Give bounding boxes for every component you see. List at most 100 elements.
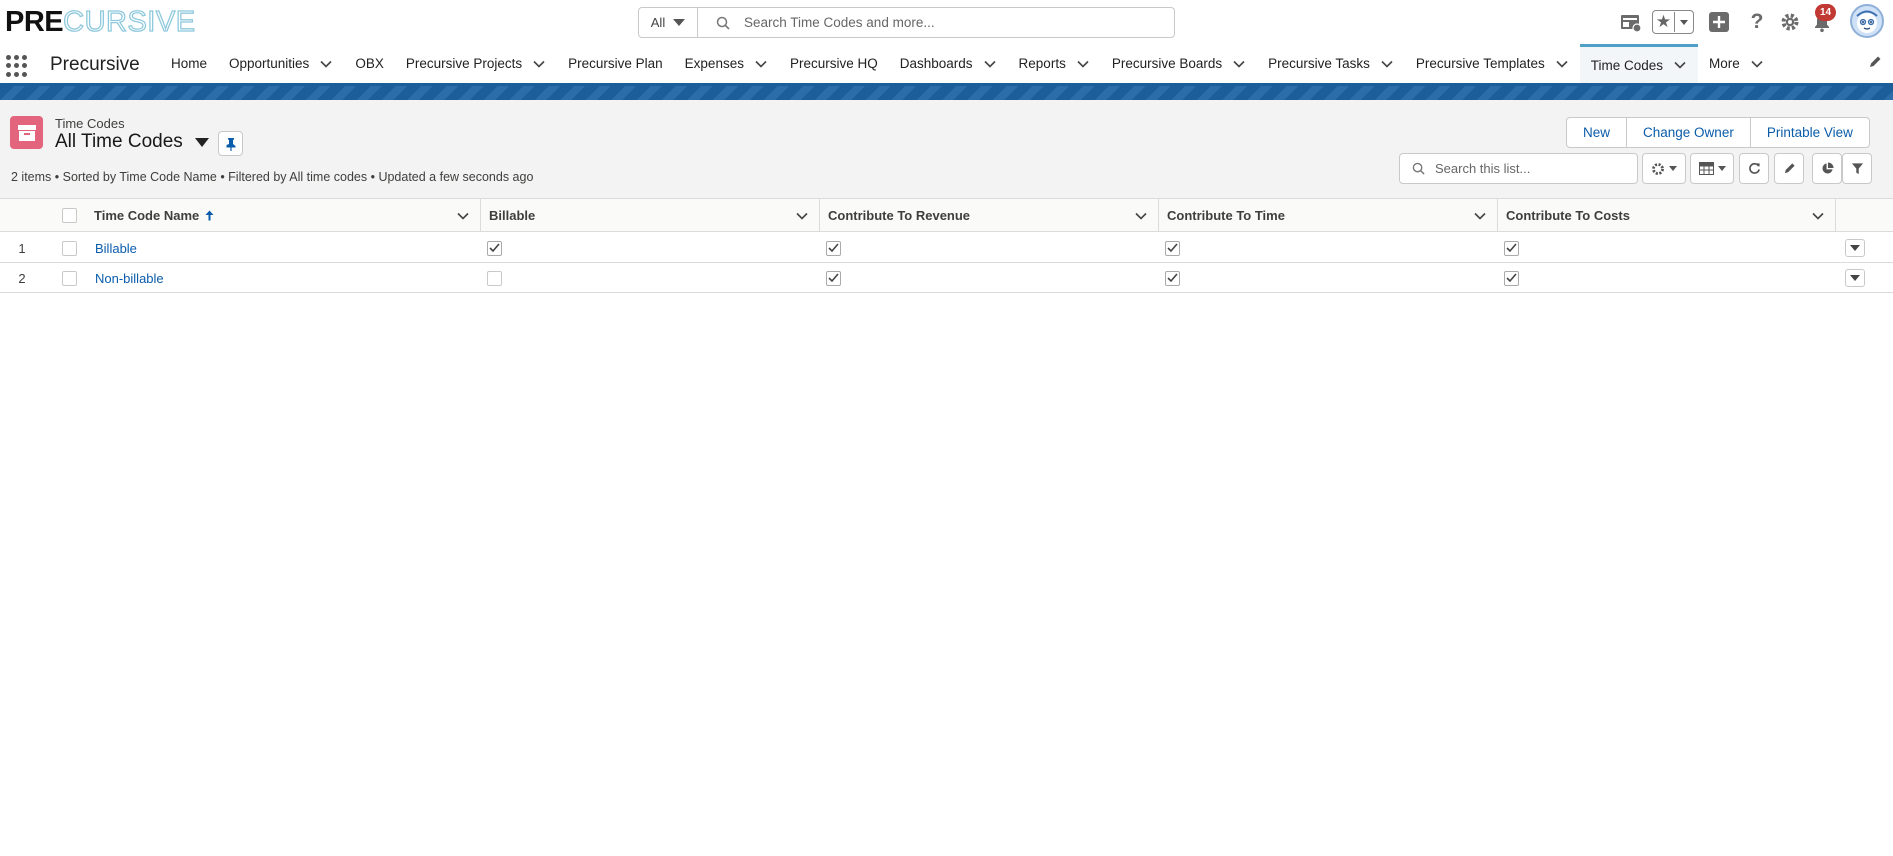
charts-button[interactable] [1812,153,1842,184]
nav-tab-home[interactable]: Home [160,44,218,83]
nav-tabs: Home Opportunities OBX Precursive Projects P… [160,44,1775,83]
chevron-down-icon[interactable] [532,57,546,71]
global-search: All Search Time Codes and more... [638,7,1175,38]
list-view-controls-button[interactable] [1642,153,1686,184]
chevron-down-icon[interactable] [1473,209,1487,223]
printable-view-button[interactable]: Printable View [1751,118,1869,147]
row-actions-button[interactable] [1845,269,1865,287]
list-search-placeholder: Search this list... [1435,161,1531,176]
nav-tab-precursive-projects[interactable]: Precursive Projects [395,44,557,83]
search-icon [716,16,730,30]
chevron-down-icon[interactable] [319,57,333,71]
table-header: Time Code Name Billable Contribute To Re… [0,199,1893,232]
inline-edit-button[interactable] [1774,153,1804,184]
nav-tab-label: Precursive Plan [568,56,663,71]
logo-text-outline: CURSIVE [62,5,196,38]
nav-tab-precursive-templates[interactable]: Precursive Templates [1405,44,1580,83]
nav-tab-precursive-tasks[interactable]: Precursive Tasks [1257,44,1405,83]
chevron-down-icon[interactable] [1232,57,1246,71]
time-code-name-cell: Non-billable [95,263,164,293]
setup-app-icon[interactable] [1620,12,1642,34]
pin-icon [226,137,235,151]
list-view-meta: 2 items • Sorted by Time Code Name • Fil… [11,170,534,184]
chevron-down-icon[interactable] [1750,57,1764,71]
select-all-checkbox[interactable] [61,208,77,223]
filter-icon [1851,163,1863,175]
caret-down-icon [194,137,209,147]
filters-button[interactable] [1842,153,1872,184]
user-avatar[interactable] [1850,4,1884,38]
chevron-down-icon[interactable] [1380,57,1394,71]
checked-checkbox-icon [487,240,502,256]
nav-tab-label: Dashboards [899,56,973,71]
app-launcher-icon[interactable] [6,55,28,77]
search-scope-dropdown[interactable]: All [639,8,698,37]
column-header-contribute-to-revenue[interactable]: Contribute To Revenue [820,199,1159,232]
nav-tab-precursive-boards[interactable]: Precursive Boards [1101,44,1257,83]
checked-checkbox-icon [1165,270,1180,286]
list-view-table: Time Code Name Billable Contribute To Re… [0,198,1893,856]
list-view-header: Time Codes All Time Codes 2 items • Sort… [0,100,1893,198]
nav-tab-expenses[interactable]: Expenses [674,44,779,83]
nav-tab-label: More [1709,56,1740,71]
nav-tab-dashboards[interactable]: Dashboards [889,44,1008,83]
setup-gear-icon[interactable] [1779,11,1801,33]
column-label: Contribute To Time [1167,208,1285,223]
pencil-icon [1784,163,1795,174]
list-search-input[interactable]: Search this list... [1399,153,1638,184]
revenue-cell [826,233,841,263]
nav-tab-precursive-plan[interactable]: Precursive Plan [557,44,674,83]
time-cell [1165,263,1180,293]
nav-tab-opportunities[interactable]: Opportunities [218,44,344,83]
nav-tab-obx[interactable]: OBX [344,44,395,83]
chevron-down-icon[interactable] [795,209,809,223]
row-select-checkbox[interactable] [62,240,77,256]
help-icon[interactable]: ? [1746,10,1768,34]
global-create-button[interactable] [1709,12,1729,32]
caret-down-icon [1850,245,1860,251]
nav-tab-label: Time Codes [1590,57,1664,73]
record-link[interactable]: Billable [95,241,137,256]
search-input[interactable]: Search Time Codes and more... [698,8,1174,37]
chevron-down-icon[interactable] [983,57,997,71]
column-header-time-code-name[interactable]: Time Code Name [86,199,481,232]
notification-count-badge: 14 [1815,4,1836,21]
row-select-cell [62,233,77,263]
column-header-contribute-to-costs[interactable]: Contribute To Costs [1498,199,1836,232]
chevron-down-icon [1669,166,1677,171]
change-owner-button[interactable]: Change Owner [1627,118,1751,147]
chevron-down-icon[interactable] [754,57,768,71]
display-as-button[interactable] [1690,153,1734,184]
nav-tab-more[interactable]: More [1698,44,1775,83]
list-view-selector[interactable]: All Time Codes [55,131,209,153]
column-header-billable[interactable]: Billable [481,199,820,232]
row-actions-button[interactable] [1845,239,1865,257]
nav-tab-time-codes[interactable]: Time Codes [1579,44,1699,83]
chevron-down-icon[interactable] [1555,57,1569,71]
time-code-object-icon [10,116,43,149]
chevron-down-icon[interactable] [1134,209,1148,223]
revenue-cell [826,263,841,293]
chevron-down-icon[interactable] [1673,58,1687,72]
nav-tab-precursive-hq[interactable]: Precursive HQ [779,44,889,83]
edit-nav-pencil-icon[interactable] [1868,55,1882,74]
chevron-down-icon[interactable] [1076,57,1090,71]
new-button[interactable]: New [1567,118,1628,147]
nav-tab-label: Home [171,56,208,71]
pin-list-view-button[interactable] [218,131,243,156]
record-link[interactable]: Non-billable [95,271,164,286]
table-row: 2 Non-billable [0,263,1893,293]
favorites-button[interactable]: ★ [1652,10,1694,34]
costs-cell [1504,233,1519,263]
checked-checkbox-icon [1504,240,1519,256]
row-select-checkbox[interactable] [62,270,77,286]
nav-tab-reports[interactable]: Reports [1008,44,1101,83]
nav-tab-label: OBX [355,56,384,71]
row-select-cell [62,263,77,293]
column-header-contribute-to-time[interactable]: Contribute To Time [1159,199,1498,232]
nav-tab-label: Precursive Templates [1415,56,1545,71]
chevron-down-icon[interactable] [1811,209,1825,223]
refresh-button[interactable] [1739,153,1769,184]
precursive-logo[interactable]: PRE CURSIVE [5,5,196,38]
chevron-down-icon[interactable] [456,209,470,223]
